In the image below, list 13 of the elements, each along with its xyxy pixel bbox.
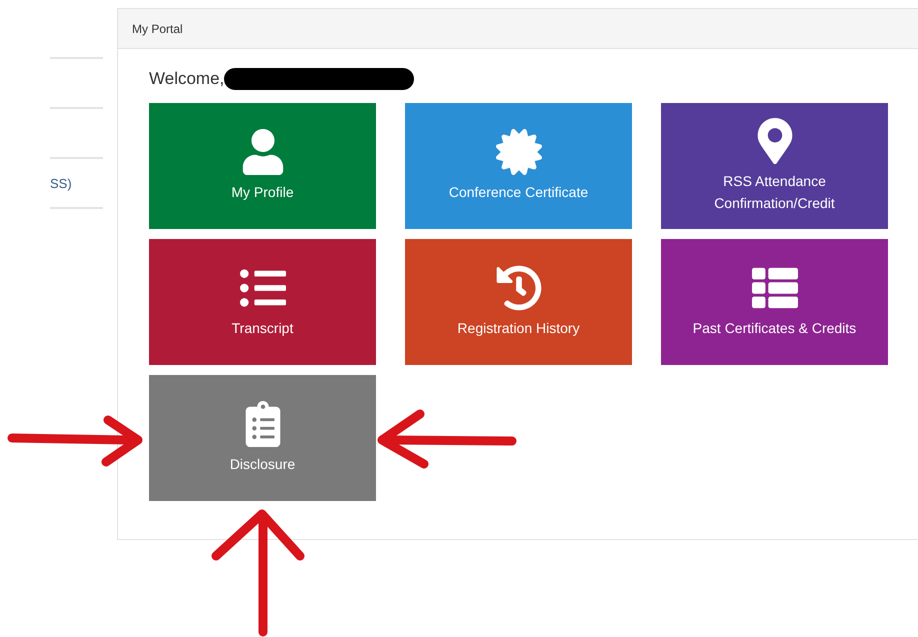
sidebar-link[interactable]: SS) bbox=[50, 176, 72, 190]
table-list-icon bbox=[752, 265, 798, 311]
welcome-text: Welcome, bbox=[149, 69, 224, 89]
portal-tile[interactable]: Transcript bbox=[149, 239, 376, 365]
portal-tile[interactable]: Conference Certificate bbox=[405, 103, 632, 229]
panel-header: My Portal bbox=[118, 9, 918, 49]
portal-tile[interactable]: My Profile bbox=[149, 103, 376, 229]
portal-tile[interactable]: Past Certificates & Credits bbox=[661, 239, 888, 365]
badge-icon bbox=[496, 129, 542, 175]
history-icon bbox=[496, 265, 542, 311]
portal-tile[interactable]: Registration History bbox=[405, 239, 632, 365]
portal-tile[interactable]: Disclosure bbox=[149, 375, 376, 501]
portal-tile[interactable]: RSS Attendance Confirmation/Credit bbox=[661, 103, 888, 229]
